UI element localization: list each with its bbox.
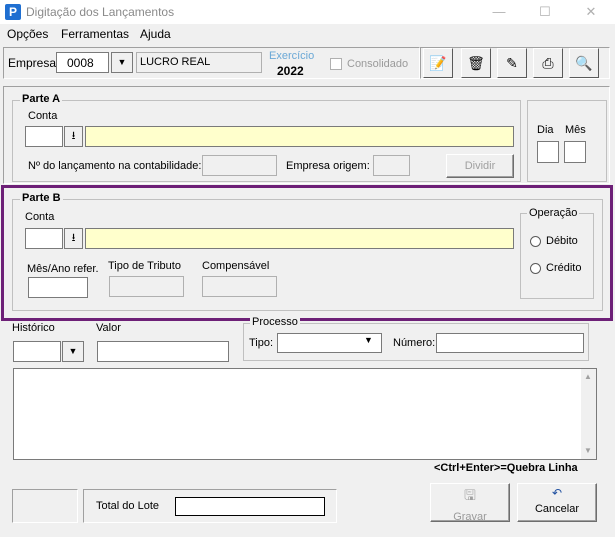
cancelar-button[interactable]: ↶ Cancelar xyxy=(517,483,597,522)
chevron-down-icon: ▼ xyxy=(117,57,127,67)
valor-label: Valor xyxy=(96,322,121,334)
chevron-down-icon: ▼ xyxy=(364,335,373,345)
lancamento-field xyxy=(202,155,277,176)
total-lote-label: Total do Lote xyxy=(96,500,159,512)
parte-b-conta-lookup[interactable]: ⭳ xyxy=(64,228,83,249)
menu-ferramentas[interactable]: Ferramentas xyxy=(61,27,129,41)
cancelar-label: Cancelar xyxy=(534,503,580,515)
dividir-button[interactable]: Dividir xyxy=(446,154,514,178)
scroll-down-icon[interactable]: ▼ xyxy=(584,446,592,455)
parte-b-conta-desc[interactable] xyxy=(85,228,514,249)
preview-button[interactable]: 🔍 xyxy=(569,48,599,78)
consolidado-checkbox[interactable] xyxy=(330,58,342,70)
edit-button[interactable]: ✎ xyxy=(497,48,527,78)
operacao-group xyxy=(520,213,594,299)
window-title: Digitação dos Lançamentos xyxy=(26,5,175,19)
valor-field[interactable] xyxy=(97,341,229,362)
status-panel xyxy=(12,489,78,523)
print-button[interactable]: ⎙ xyxy=(533,48,563,78)
minimize-button[interactable]: — xyxy=(476,0,522,24)
down-arrow-icon: ⭳ xyxy=(71,232,76,244)
compensavel-label: Compensável xyxy=(202,260,270,272)
hint-text: <Ctrl+Enter>=Quebra Linha xyxy=(434,462,578,474)
save-icon: 🖫 xyxy=(464,487,476,503)
total-lote-field xyxy=(175,497,325,516)
parte-a-title: Parte A xyxy=(20,93,63,105)
scroll-up-icon[interactable]: ▲ xyxy=(584,372,592,381)
tipo-tributo-field xyxy=(109,276,184,297)
mes-field[interactable] xyxy=(564,141,586,163)
historico-field[interactable] xyxy=(13,341,61,362)
processo-tipo-label: Tipo: xyxy=(249,337,274,349)
credito-label: Crédito xyxy=(546,262,582,274)
empresa-dropdown-button[interactable]: ▼ xyxy=(111,52,133,73)
parte-b-conta-code[interactable] xyxy=(25,228,63,249)
parte-a-conta-lookup[interactable]: ⭳ xyxy=(64,126,83,147)
mes-ano-field[interactable] xyxy=(28,277,88,298)
printer-icon: ⎙ xyxy=(542,55,554,71)
gravar-label: Gravar xyxy=(453,511,487,523)
historico-memo[interactable] xyxy=(13,368,597,460)
mes-label: Mês xyxy=(565,124,586,136)
preview-icon: 🔍 xyxy=(575,55,593,71)
empresa-field[interactable]: 0008 xyxy=(56,52,109,73)
gravar-button[interactable]: 🖫 Gravar xyxy=(430,483,510,523)
tipo-tributo-label: Tipo de Tributo xyxy=(108,260,181,272)
processo-numero-field[interactable] xyxy=(436,333,584,353)
recycle-button[interactable]: 🗑 xyxy=(461,48,491,78)
operacao-title: Operação xyxy=(527,207,580,219)
menu-ajuda[interactable]: Ajuda xyxy=(140,27,171,41)
parte-b-title: Parte B xyxy=(20,192,63,204)
exercicio-label: Exercício xyxy=(269,50,315,62)
parte-b-conta-label: Conta xyxy=(25,211,55,223)
credito-radio[interactable] xyxy=(530,263,541,274)
parte-a-conta-code[interactable] xyxy=(25,126,63,147)
empresa-nome-field: LUCRO REAL xyxy=(136,52,262,73)
dia-field[interactable] xyxy=(537,141,559,163)
undo-icon: ↶ xyxy=(551,486,563,500)
empresa-label: Empresa: xyxy=(8,56,60,70)
app-icon: P xyxy=(5,4,21,20)
debito-label: Débito xyxy=(546,235,578,247)
compensavel-field xyxy=(202,276,277,297)
parte-a-conta-label: Conta xyxy=(28,110,58,122)
mes-ano-label: Mês/Ano refer. xyxy=(27,263,99,275)
empresa-origem-label: Empresa origem: xyxy=(286,160,370,172)
debito-radio[interactable] xyxy=(530,236,541,247)
processo-title: Processo xyxy=(250,316,300,328)
historico-label: Histórico xyxy=(12,322,55,334)
historico-dropdown-button[interactable]: ▼ xyxy=(62,341,84,362)
processo-numero-label: Número: xyxy=(393,337,436,349)
maximize-button[interactable]: ☐ xyxy=(522,0,568,24)
chevron-down-icon: ▼ xyxy=(68,346,78,356)
notes-button[interactable]: 📝 xyxy=(423,48,453,78)
edit-icon: ✎ xyxy=(506,55,518,71)
parte-b-group xyxy=(12,199,603,311)
down-arrow-icon: ⭳ xyxy=(71,130,76,142)
consolidado-label: Consolidado xyxy=(347,58,409,70)
empresa-origem-field xyxy=(373,155,410,176)
exercicio-value: 2022 xyxy=(277,64,304,78)
parte-a-conta-desc[interactable] xyxy=(85,126,514,147)
close-button[interactable]: ✕ xyxy=(568,0,614,24)
recycle-bin-icon: 🗑 xyxy=(467,55,485,71)
dia-label: Dia xyxy=(537,124,554,136)
menu-opcoes[interactable]: Opções xyxy=(7,27,48,41)
notes-icon: 📝 xyxy=(429,55,447,71)
lancamento-label: Nº do lançamento na contabilidade: xyxy=(28,160,202,172)
